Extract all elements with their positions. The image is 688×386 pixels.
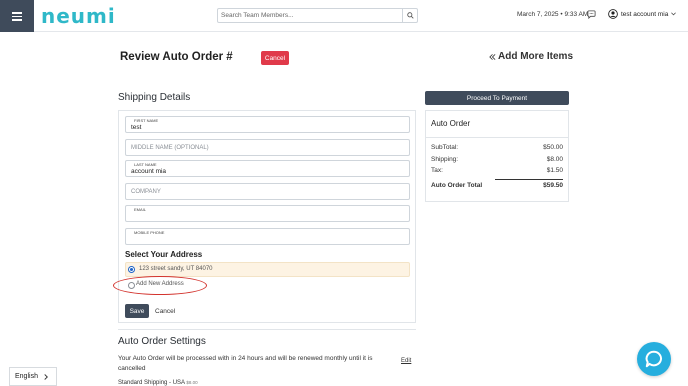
shipping-details-title: Shipping Details (118, 92, 191, 103)
user-menu[interactable]: test account mia (608, 9, 677, 19)
first-name-field[interactable]: FIRST NAME test (125, 116, 410, 133)
last-name-label: LAST NAME (134, 162, 157, 167)
language-label: English (15, 373, 38, 380)
neumi-logo[interactable]: neumi (41, 4, 116, 28)
add-more-items-label: Add More Items (498, 51, 574, 62)
order-summary-divider (425, 137, 569, 138)
edit-settings-link[interactable]: Edit (401, 358, 411, 364)
email-field[interactable]: EMAIL (125, 205, 410, 222)
menu-icon-bar (12, 19, 22, 21)
order-total-label: Auto Order Total (431, 182, 483, 189)
subtotal-label: SubTotal: (431, 144, 459, 151)
shipping-label: Shipping: (431, 156, 459, 163)
first-name-label: FIRST NAME (134, 118, 159, 123)
email-label: EMAIL (134, 207, 147, 212)
double-chevron-left-icon (489, 53, 496, 60)
cancel-order-button[interactable]: Cancel (261, 51, 289, 65)
auto-order-settings-title: Auto Order Settings (118, 336, 206, 347)
order-total-value: $59.50 (543, 182, 563, 189)
shipping-method: Standard Shipping - USA $8.00 (118, 380, 198, 386)
shipping-method-price: $8.00 (186, 380, 198, 385)
proceed-to-payment-button[interactable]: Proceed To Payment (425, 91, 569, 105)
language-selector[interactable]: English (9, 367, 57, 386)
section-divider (118, 329, 416, 330)
chat-bubble-icon (645, 350, 662, 368)
address-radio-selected[interactable] (128, 266, 135, 273)
message-icon[interactable] (587, 10, 596, 19)
select-address-title: Select Your Address (125, 250, 203, 259)
page-title: Review Auto Order # (120, 51, 233, 63)
shipping-value: $8.00 (546, 156, 563, 163)
cancel-button[interactable]: Cancel (155, 308, 175, 315)
search-button[interactable] (402, 9, 417, 22)
search-icon (406, 12, 414, 19)
order-total-row: Auto Order Total $59.50 (431, 182, 563, 189)
user-avatar-icon (608, 9, 618, 19)
auto-order-settings-text: Your Auto Order will be processed with i… (118, 355, 373, 372)
search-box (217, 8, 418, 23)
add-more-items-link[interactable]: Add More Items (489, 51, 573, 62)
save-button[interactable]: Save (125, 304, 149, 318)
current-datetime: March 7, 2025 • 9:33 AM (517, 11, 589, 18)
tax-label: Tax: (431, 167, 443, 174)
menu-icon-bar (12, 15, 22, 17)
chevron-right-icon (44, 373, 48, 380)
total-divider (495, 179, 563, 180)
tax-row: Tax: $1.50 (431, 167, 563, 174)
menu-icon (12, 12, 22, 14)
highlight-annotation-oval (113, 276, 207, 295)
last-name-field[interactable]: LAST NAME account mia (125, 160, 410, 177)
first-name-value: test (131, 124, 142, 131)
company-field[interactable]: COMPANY (125, 183, 410, 200)
order-summary-title: Auto Order (431, 119, 471, 128)
tax-value: $1.50 (546, 167, 563, 174)
mobile-phone-field[interactable]: MOBILE PHONE (125, 228, 410, 245)
address-selected-text: 123 street sandy, UT 84070 (139, 266, 213, 272)
user-name: test account mia (621, 10, 669, 18)
shipping-method-name: Standard Shipping - USA (118, 380, 185, 386)
search-input[interactable] (221, 10, 401, 21)
top-bar: neumi March 7, 2025 • 9:33 AM test accou… (0, 0, 688, 32)
middle-name-placeholder: MIDDLE NAME (OPTIONAL) (131, 145, 209, 151)
chevron-down-icon (671, 12, 677, 16)
subtotal-value: $50.00 (543, 144, 563, 151)
middle-name-field[interactable]: MIDDLE NAME (OPTIONAL) (125, 139, 410, 156)
mobile-phone-label: MOBILE PHONE (134, 230, 165, 235)
shipping-row: Shipping: $8.00 (431, 156, 563, 163)
subtotal-row: SubTotal: $50.00 (431, 144, 563, 151)
company-placeholder: COMPANY (131, 189, 161, 195)
hamburger-menu-button[interactable] (0, 0, 34, 32)
chat-button[interactable] (637, 342, 671, 376)
last-name-value: account mia (131, 168, 167, 175)
